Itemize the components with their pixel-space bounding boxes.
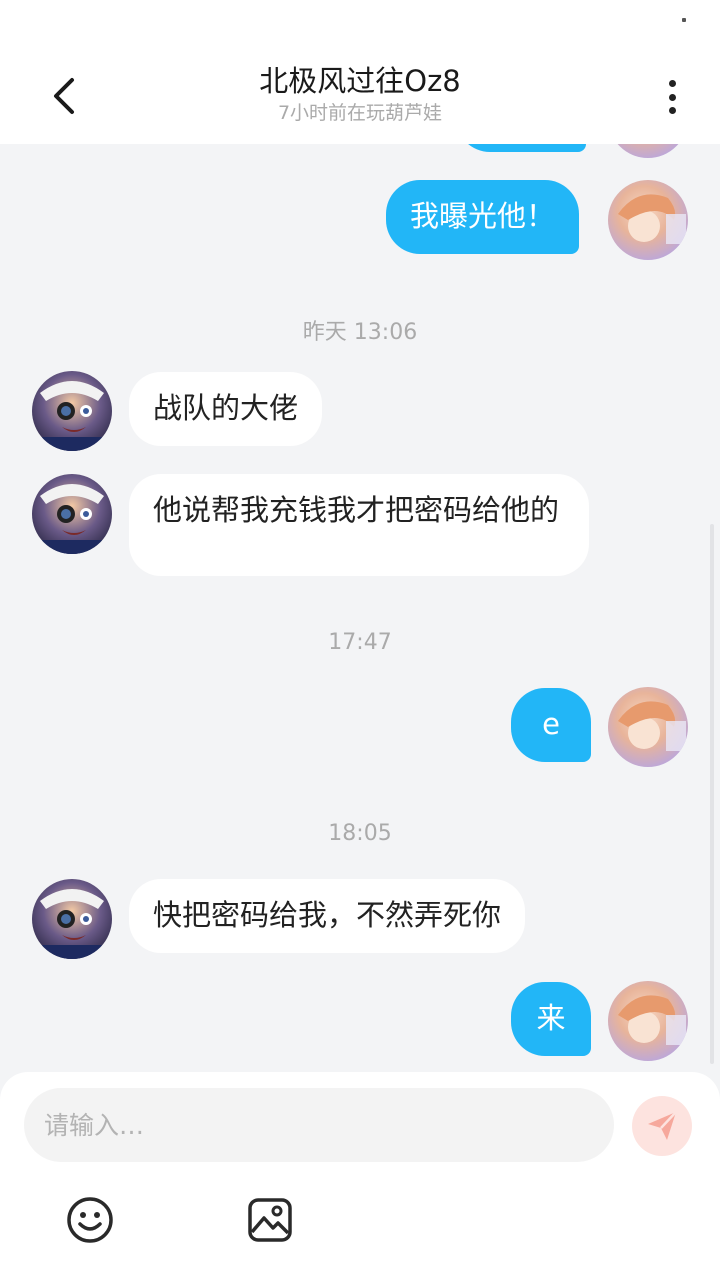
chevron-left-icon	[54, 78, 74, 114]
message-input[interactable]	[24, 1088, 614, 1162]
send-icon	[648, 1111, 677, 1140]
my-avatar[interactable]	[608, 981, 688, 1061]
image-icon	[248, 1198, 292, 1242]
chat-bubble-outgoing: 我曝光他！	[386, 180, 580, 254]
image-button[interactable]	[246, 1196, 294, 1244]
more-vertical-icon-dot	[668, 107, 676, 114]
my-avatar[interactable]	[608, 180, 688, 260]
header-title-block: 北极风过往Oz8 7小时前在玩葫芦娃	[140, 62, 580, 126]
chat-bubble-outgoing: 来	[511, 982, 591, 1056]
send-button[interactable]	[632, 1096, 692, 1156]
status-indicator	[682, 18, 686, 22]
more-vertical-icon	[668, 80, 676, 87]
contact-status: 7小时前在玩葫芦娃	[277, 102, 443, 124]
my-avatar[interactable]	[608, 687, 688, 767]
timestamp: 昨天 13:06	[302, 320, 418, 345]
emoji-button[interactable]	[66, 1196, 114, 1244]
message-list[interactable]: 我曝光他！ 昨天 13:06 战队的大佬 他说帮我充钱我才把密码给他的 17:4…	[0, 144, 720, 1074]
chat-bubble-incoming: 战队的大佬	[129, 372, 323, 446]
chat-bubble-outgoing: e	[511, 688, 591, 762]
more-vertical-icon-dot	[668, 93, 676, 101]
scrollbar[interactable]	[710, 524, 714, 1064]
back-button[interactable]	[40, 68, 88, 124]
my-avatar-partial	[608, 144, 688, 158]
contact-avatar[interactable]	[32, 371, 112, 451]
more-options-button[interactable]	[652, 74, 692, 120]
chat-bubble-partial	[456, 144, 586, 152]
chat-header: 北极风过往Oz8 7小时前在玩葫芦娃	[0, 40, 720, 144]
contact-avatar[interactable]	[32, 879, 112, 959]
timestamp: 18:05	[328, 821, 392, 846]
emoji-icon	[67, 1197, 113, 1243]
input-panel	[0, 1072, 720, 1280]
contact-name: 北极风过往Oz8	[259, 64, 461, 98]
timestamp: 17:47	[328, 630, 392, 655]
status-bar	[0, 0, 720, 40]
chat-bubble-incoming: 快把密码给我，不然弄死你	[129, 879, 526, 953]
contact-avatar[interactable]	[32, 474, 112, 554]
chat-bubble-incoming: 他说帮我充钱我才把密码给他的	[129, 474, 589, 576]
